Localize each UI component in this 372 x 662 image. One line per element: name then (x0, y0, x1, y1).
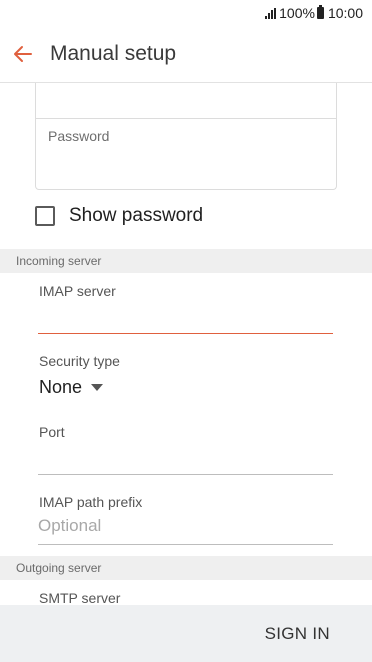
imap-server-label: IMAP server (39, 283, 116, 299)
port-label: Port (39, 424, 65, 440)
imap-path-prefix-label: IMAP path prefix (39, 494, 143, 510)
port-underline (38, 474, 333, 475)
imap-path-prefix-input[interactable] (38, 513, 333, 539)
sign-in-button[interactable]: SIGN IN (265, 624, 330, 644)
smtp-server-label: SMTP server (39, 590, 121, 606)
security-type-dropdown[interactable]: None (39, 377, 104, 398)
imap-path-prefix-underline (38, 544, 333, 545)
signal-icon (265, 7, 277, 19)
app-bar: Manual setup (0, 26, 372, 83)
clock: 10:00 (327, 5, 363, 21)
password-field[interactable] (48, 149, 324, 177)
imap-server-input[interactable] (38, 305, 333, 331)
status-bar: 100% 10:00 (0, 0, 372, 26)
security-type-value: None (39, 377, 83, 397)
arrow-left-icon (14, 46, 32, 62)
caret-down-icon (91, 384, 104, 391)
port-input[interactable] (38, 446, 333, 472)
bottom-action-bar: SIGN IN (0, 605, 372, 662)
outgoing-server-header: Outgoing server (0, 556, 372, 580)
page-title: Manual setup (50, 42, 177, 65)
battery-percentage: 100% (279, 5, 315, 21)
show-password-label: Show password (69, 205, 204, 226)
field-divider (36, 118, 336, 119)
security-type-label: Security type (39, 353, 120, 369)
account-fields-box: Password (35, 83, 337, 190)
show-password-checkbox[interactable] (35, 206, 55, 226)
back-button[interactable] (0, 26, 46, 83)
show-password-toggle[interactable]: Show password (35, 205, 203, 227)
imap-server-underline (38, 333, 333, 334)
password-label: Password (48, 128, 110, 144)
incoming-server-header: Incoming server (0, 249, 372, 273)
battery-icon (316, 5, 324, 19)
